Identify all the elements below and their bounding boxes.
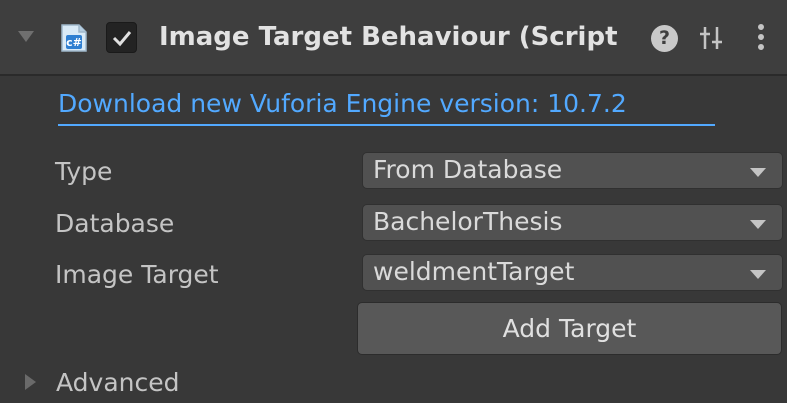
database-dropdown[interactable]: BachelorThesis (362, 204, 783, 241)
type-label: Type (55, 157, 113, 186)
help-icon[interactable]: ? (651, 25, 678, 52)
image-target-dropdown-value: weldmentTarget (373, 257, 575, 286)
component-header[interactable]: c# Image Target Behaviour (Script ? (0, 0, 787, 76)
foldout-collapsed-icon[interactable] (25, 374, 36, 390)
database-dropdown-value: BachelorThesis (373, 207, 563, 236)
inspector-component-panel: c# Image Target Behaviour (Script ? Down… (0, 0, 787, 403)
link-underline (58, 124, 715, 126)
kebab-menu-icon[interactable] (756, 22, 766, 52)
dropdown-arrow-icon (750, 270, 766, 279)
dropdown-arrow-icon (750, 168, 766, 177)
component-title: Image Target Behaviour (Script (159, 22, 618, 52)
csharp-script-icon: c# (61, 24, 87, 52)
image-target-dropdown[interactable]: weldmentTarget (362, 254, 783, 291)
advanced-foldout-label[interactable]: Advanced (56, 365, 180, 401)
presets-icon[interactable] (697, 24, 725, 52)
type-dropdown-value: From Database (373, 155, 563, 184)
checkmark-icon (112, 31, 132, 47)
type-dropdown[interactable]: From Database (362, 152, 783, 189)
image-target-label: Image Target (55, 260, 219, 289)
database-label: Database (55, 209, 175, 238)
add-target-button[interactable]: Add Target (357, 302, 782, 355)
foldout-expanded-icon[interactable] (18, 31, 34, 42)
dropdown-arrow-icon (750, 220, 766, 229)
component-enabled-checkbox[interactable] (106, 22, 137, 53)
svg-text:c#: c# (66, 36, 82, 49)
download-update-link[interactable]: Download new Vuforia Engine version: 10.… (58, 86, 627, 122)
